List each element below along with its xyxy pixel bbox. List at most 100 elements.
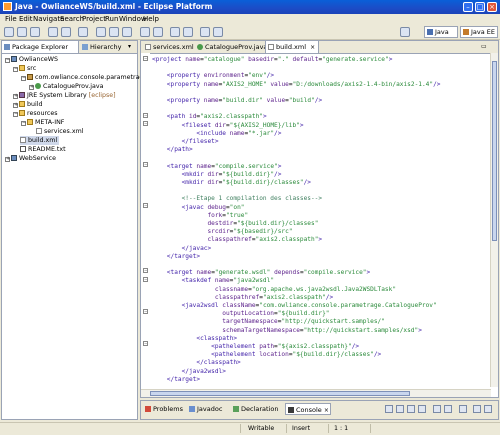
tab-catalogueprov-java[interactable]: CatalogueProv.java [195,41,267,53]
tab-declaration[interactable]: Declaration [231,403,283,415]
collapse-toggle-icon[interactable]: − [13,112,18,117]
close-button[interactable]: × [487,2,497,12]
code-line: <taskdef name="java2wsdl" [181,277,275,285]
tree-item-catalogueprov[interactable]: + CatalogueProv.java [29,82,103,91]
new-icon[interactable] [4,27,14,37]
menu-search[interactable]: Search [60,15,84,23]
tab-package-explorer[interactable]: Package Explorer [2,41,79,53]
folder-icon [19,110,25,116]
run-icon[interactable] [61,27,71,37]
xml-code-editor[interactable]: <project name="catalogue" basedir="." de… [152,53,490,387]
maximize-button[interactable]: □ [475,2,485,12]
collapse-toggle-icon[interactable]: − [5,58,10,63]
terminate-icon[interactable] [444,405,452,413]
fold-icon[interactable]: − [143,162,148,167]
fold-icon[interactable]: − [143,268,148,273]
new-java-project-icon[interactable] [96,27,106,37]
expand-toggle-icon[interactable]: + [13,94,18,99]
minimize-view-icon[interactable]: ▾ [128,43,131,50]
new-class-icon[interactable] [122,27,132,37]
tree-item-owliancews[interactable]: − OwlianceWS [5,55,58,64]
collapse-toggle-icon[interactable]: − [13,67,18,72]
fold-icon[interactable]: − [143,203,148,208]
pin-console-icon[interactable] [407,405,415,413]
tree-item-build-xml[interactable]: build.xml [20,136,60,145]
tab-javadoc[interactable]: Javadoc [187,403,229,415]
tree-item-src[interactable]: − src [13,64,36,73]
clear-console-icon[interactable] [385,405,393,413]
eclipse-app-icon [3,2,12,11]
next-annotation-icon[interactable] [170,27,180,37]
open-console-icon[interactable] [433,405,441,413]
xml-file-icon [145,44,151,50]
editor-vertical-scrollbar[interactable] [490,53,498,387]
editor-horizontal-scrollbar[interactable] [141,389,491,397]
package-explorer-panel: Package Explorer Hierarchy ▾ − OwlianceWS… [1,40,147,420]
perspective-java[interactable]: Java [424,26,458,38]
collapse-toggle-icon[interactable]: − [21,121,26,126]
forward-icon[interactable] [213,27,223,37]
back-icon[interactable] [200,27,210,37]
scrollbar-thumb[interactable] [492,61,497,241]
minimize-view-icon[interactable] [473,405,481,413]
debug-icon[interactable] [48,27,58,37]
external-tools-icon[interactable] [78,27,88,37]
minimize-button[interactable]: – [463,2,473,12]
tree-item-jre-library[interactable]: + JRE System Library [eclipse] [13,91,116,100]
maximize-view-icon[interactable] [484,405,492,413]
code-line: srcdir="${basedir}/src" [207,228,293,236]
menu-edit[interactable]: Edit [19,15,33,23]
fold-icon[interactable]: − [143,56,148,61]
code-line: <property name="build.dir" value="build"… [166,97,323,104]
close-tab-icon[interactable]: × [324,407,329,414]
tree-item-build[interactable]: + build [13,100,42,109]
fold-icon[interactable]: − [143,309,148,314]
tab-build-xml[interactable]: build.xml × [265,41,319,53]
scrollbar-thumb[interactable] [150,391,410,396]
expand-toggle-icon[interactable]: + [29,85,34,90]
code-line: <project name="catalogue" basedir="." de… [152,56,393,63]
menu-project[interactable]: Project [82,15,106,23]
tree-item-meta-inf[interactable]: − META-INF [21,118,64,127]
fold-icon[interactable]: − [143,121,148,126]
tree-item-package[interactable]: − com.owliance.console.parametrage [21,73,147,82]
tab-services-xml[interactable]: services.xml [143,41,194,53]
package-explorer-icon [4,44,10,50]
code-line: <mkdir dir="${build.dir}"/> [181,170,282,178]
tab-hierarchy[interactable]: Hierarchy [80,41,125,53]
save-icon[interactable] [17,27,27,37]
tab-console[interactable]: Console × [285,403,331,415]
fold-icon[interactable]: − [143,341,148,346]
tree-item-webservice[interactable]: + WebService [5,154,56,163]
fold-icon[interactable]: − [143,113,148,118]
code-line: targetNamespace="http://quickstart.sampl… [222,318,385,326]
tree-item-readme[interactable]: README.txt [20,145,66,154]
print-icon[interactable] [30,27,40,37]
menu-run[interactable]: Run [105,15,118,23]
code-line: </target> [166,252,201,260]
code-line: </javac> [181,244,212,252]
code-line: <javac debug="on" [181,203,245,211]
code-line: <pathelement path="${axis2.classpath}"/> [211,343,360,350]
expand-toggle-icon[interactable]: + [13,103,18,108]
previous-annotation-icon[interactable] [183,27,193,37]
minimize-editor-icon[interactable]: ▭ [481,43,487,50]
display-console-icon[interactable] [418,405,426,413]
new-package-icon[interactable] [109,27,119,37]
search-icon[interactable] [153,27,163,37]
open-perspective-icon[interactable] [400,27,410,37]
scroll-lock-icon[interactable] [396,405,404,413]
menu-file[interactable]: File [5,15,17,23]
code-line: <target name="compile.service"> [166,162,282,170]
expand-toggle-icon[interactable]: + [5,157,10,162]
menu-help[interactable]: Help [143,15,159,23]
tree-item-services-xml[interactable]: services.xml [36,127,83,136]
collapse-toggle-icon[interactable]: − [21,76,26,81]
tab-problems[interactable]: Problems [143,403,185,415]
open-type-icon[interactable] [140,27,150,37]
fold-icon[interactable]: − [143,277,148,282]
perspective-javaee[interactable]: Java EE [460,26,498,38]
close-tab-icon[interactable]: × [310,44,315,51]
tree-item-resources[interactable]: − resources [13,109,58,118]
view-menu-icon[interactable] [459,405,467,413]
